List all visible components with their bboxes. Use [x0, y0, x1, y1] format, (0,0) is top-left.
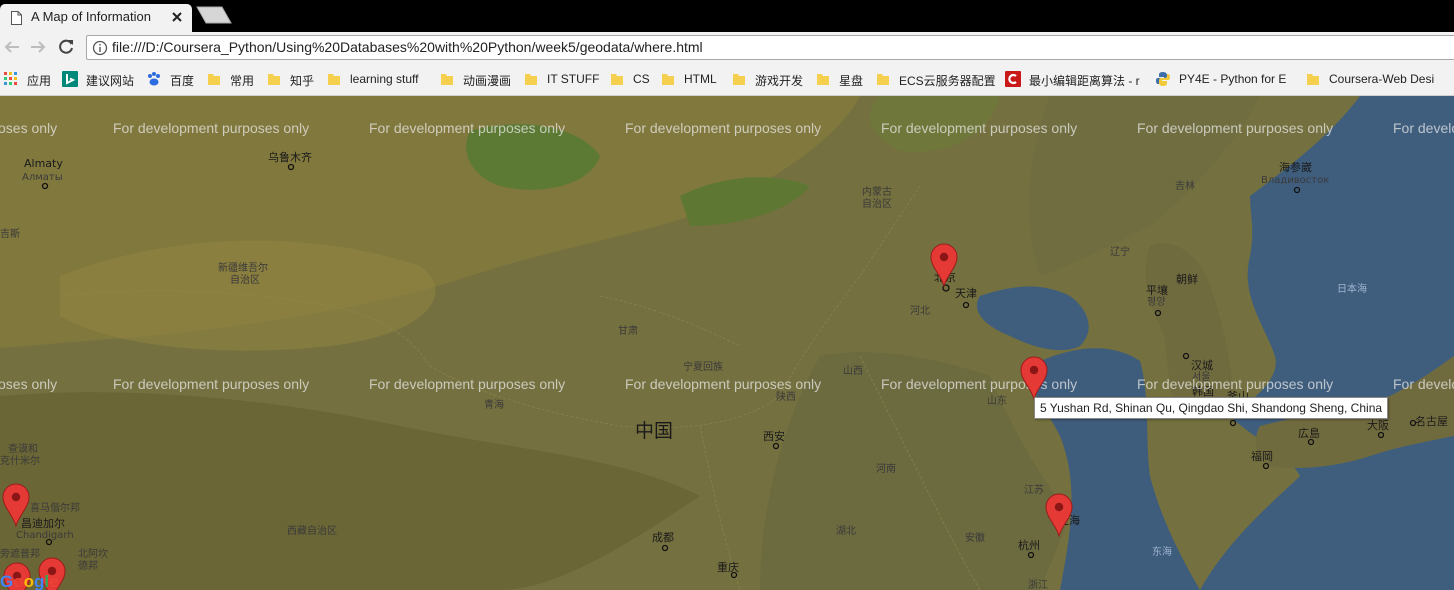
map-marker-icon[interactable]: [2, 483, 30, 527]
bookmark-label: Coursera-Web Desi: [1329, 72, 1435, 86]
dev-watermark: oses only: [0, 120, 58, 136]
bookmark-label: 动画漫画: [463, 74, 512, 88]
google-logo[interactable]: Google: [0, 572, 59, 590]
forward-icon[interactable]: [29, 38, 47, 56]
baidu-paw-icon: [148, 72, 160, 86]
map-marker-icon[interactable]: [930, 243, 958, 287]
bookmark-label: 应用: [27, 74, 52, 88]
bookmark-label: 百度: [170, 74, 195, 88]
reload-icon[interactable]: [57, 38, 75, 56]
close-icon[interactable]: [170, 10, 184, 24]
address-bar[interactable]: file:///D:/Coursera_Python/Using%20Datab…: [86, 35, 1454, 60]
browser-toolbar: file:///D:/Coursera_Python/Using%20Datab…: [0, 32, 1454, 62]
info-icon[interactable]: [92, 40, 108, 56]
bookmark-label: 建议网站: [86, 74, 135, 88]
folder-icon: [525, 74, 537, 85]
bookmark-label: IT STUFF: [547, 72, 600, 86]
dev-watermark: For development purposes only: [1137, 120, 1334, 136]
bookmark-label: 常用: [230, 74, 255, 88]
back-icon[interactable]: [3, 38, 21, 56]
dev-watermark: For development purposes only: [113, 376, 310, 392]
folder-icon: [1307, 74, 1319, 85]
map-canvas[interactable]: Almaty Алматы 乌鲁木齐 新疆维吾尔 自治区 内蒙古 自治区 北京 …: [0, 96, 1454, 590]
folder-icon: [662, 74, 674, 85]
dev-watermark: For development purposes only: [369, 376, 566, 392]
bookmark-label: 最小编辑距离算法 - r: [1029, 74, 1140, 88]
map-marker-icon[interactable]: [1045, 493, 1073, 537]
dev-watermark: For development purposes only: [625, 120, 822, 136]
folder-icon: [817, 74, 829, 85]
bookmark-label: CS: [633, 72, 650, 86]
dev-watermark: For development purposes only: [369, 120, 566, 136]
bookmark-label: PY4E - Python for E: [1179, 72, 1287, 86]
browser-tab[interactable]: A Map of Information: [0, 4, 192, 32]
dev-watermark: For develo: [1393, 376, 1454, 392]
dev-watermark: oses only: [0, 376, 58, 392]
bookmark-label: ECS云服务器配置: [899, 74, 996, 88]
dev-watermark: For develo: [1393, 120, 1454, 136]
folder-icon: [441, 74, 453, 85]
dev-watermark: For development purposes only: [625, 376, 822, 392]
dev-watermark: For development purposes only: [113, 120, 310, 136]
bookmark-label: 星盘: [839, 74, 864, 88]
folder-icon: [877, 74, 889, 85]
bookmarks-bar: 应用 建议网站 百度 常用 知乎 learning stuff 动画漫画 IT …: [0, 62, 1454, 96]
page-icon: [11, 11, 22, 25]
bing-icon: [62, 71, 78, 87]
city-dots: [41, 163, 1417, 579]
new-tab-button[interactable]: [196, 6, 232, 24]
bookmark-label: 知乎: [290, 74, 315, 88]
tab-title: A Map of Information: [31, 9, 151, 24]
map-marker-icon[interactable]: [1020, 356, 1048, 400]
dev-watermark: For development purposes only: [881, 120, 1078, 136]
folder-icon: [328, 74, 340, 85]
bookmark-label: learning stuff: [350, 72, 419, 86]
bookmark-label: HTML: [684, 72, 717, 86]
dev-watermark: For development purposes only: [1137, 376, 1334, 392]
csdn-icon: [1005, 71, 1021, 87]
folder-icon: [611, 74, 623, 85]
folder-icon: [733, 74, 745, 85]
bookmark-label: 游戏开发: [755, 74, 804, 88]
tab-strip: A Map of Information: [0, 0, 1454, 32]
folder-icon: [268, 74, 280, 85]
url-text: file:///D:/Coursera_Python/Using%20Datab…: [112, 39, 703, 55]
marker-tooltip: 5 Yushan Rd, Shinan Qu, Qingdao Shi, Sha…: [1034, 397, 1389, 419]
apps-grid-icon: [4, 72, 17, 85]
python-icon: [1156, 72, 1170, 86]
google-logo-text: Google: [0, 572, 59, 590]
folder-icon: [208, 74, 220, 85]
